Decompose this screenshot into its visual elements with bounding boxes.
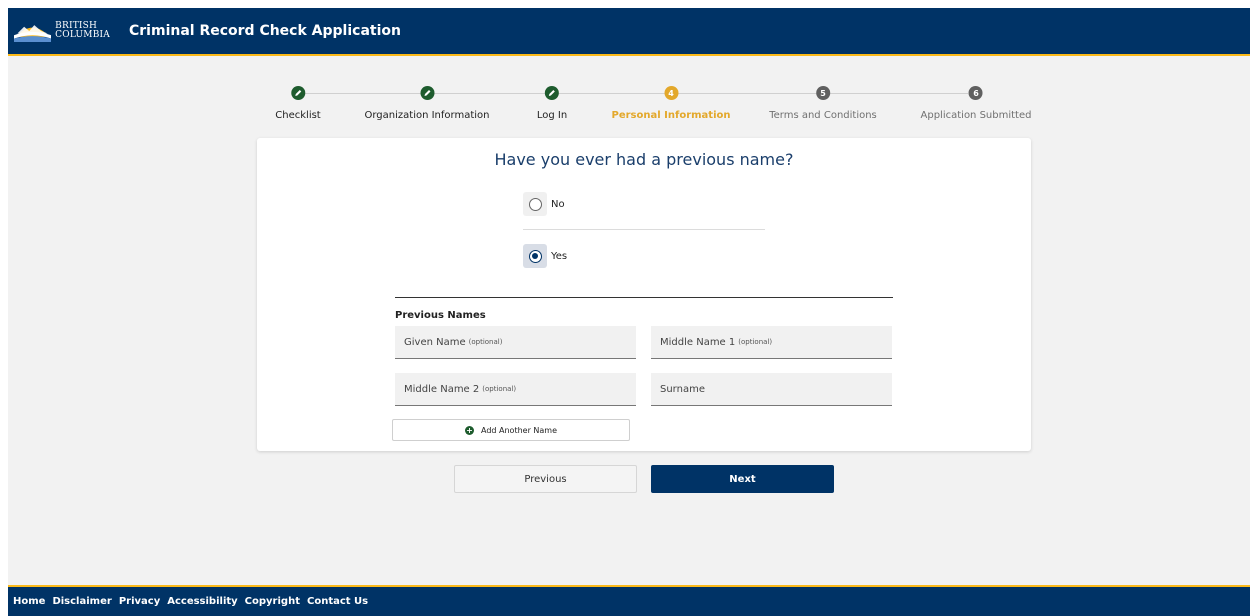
radio-wrap xyxy=(523,192,547,216)
step-terms-and-conditions[interactable]: 5 Terms and Conditions xyxy=(769,86,877,121)
footer-link-accessibility[interactable]: Accessibility xyxy=(167,596,237,607)
radio-label-yes: Yes xyxy=(551,250,568,262)
step-label: Application Submitted xyxy=(920,110,1032,121)
plus-circle-icon: + xyxy=(464,425,474,435)
sun-logo-icon xyxy=(14,25,52,42)
check-pencil-icon xyxy=(290,86,305,100)
header-bar: BRITISH COLUMBIA Criminal Record Check A… xyxy=(8,8,1250,56)
step-number-badge: 5 xyxy=(816,86,830,100)
add-button-label: Add Another Name xyxy=(480,425,558,435)
step-label: Log In xyxy=(536,110,568,121)
add-another-name-button[interactable]: + Add Another Name xyxy=(392,419,630,441)
surname-field[interactable]: Surname xyxy=(651,373,892,406)
previous-names-label: Previous Names xyxy=(395,310,486,321)
field-label: Surname xyxy=(660,383,705,395)
step-application-submitted[interactable]: 6 Application Submitted xyxy=(920,86,1032,121)
field-label: Middle Name 2 xyxy=(404,383,480,395)
footer-bar: Home Disclaimer Privacy Accessibility Co… xyxy=(8,585,1250,616)
field-hint: (optional) xyxy=(482,385,517,393)
logo-wordmark: BRITISH COLUMBIA xyxy=(55,22,110,40)
step-label: Personal Information xyxy=(611,110,731,121)
field-hint: (optional) xyxy=(738,338,773,346)
previous-name-card: Have you ever had a previous name? No Ye… xyxy=(257,138,1031,451)
field-label: Given Name xyxy=(404,336,466,348)
footer-link-home[interactable]: Home xyxy=(13,596,45,607)
option-divider xyxy=(523,229,765,230)
radio-wrap xyxy=(523,244,547,268)
step-log-in[interactable]: Log In xyxy=(537,86,567,121)
step-label: Organization Information xyxy=(364,110,490,121)
radio-label-no: No xyxy=(551,198,565,210)
middle-name-1-field[interactable]: Middle Name 1 (optional) xyxy=(651,326,892,359)
radio-no[interactable] xyxy=(528,197,542,211)
step-label: Checklist xyxy=(275,110,321,121)
logo-line-2: COLUMBIA xyxy=(55,30,110,40)
given-name-field[interactable]: Given Name (optional) xyxy=(395,326,636,359)
step-organization-information[interactable]: Organization Information xyxy=(365,86,490,121)
check-pencil-icon xyxy=(420,86,434,100)
step-number-badge: 6 xyxy=(968,86,983,100)
option-no[interactable]: No xyxy=(523,192,565,216)
bc-logo[interactable]: BRITISH COLUMBIA xyxy=(14,16,110,46)
radio-yes[interactable] xyxy=(528,249,542,263)
footer-link-privacy[interactable]: Privacy xyxy=(119,596,160,607)
step-checklist[interactable]: Checklist xyxy=(275,86,321,121)
field-label: Middle Name 1 xyxy=(660,336,736,348)
progress-stepper: Checklist Organization Information Log I… xyxy=(257,86,1031,126)
step-personal-information[interactable]: 4 Personal Information xyxy=(612,86,731,121)
section-divider xyxy=(395,297,893,298)
field-hint: (optional) xyxy=(468,338,503,346)
middle-name-2-field[interactable]: Middle Name 2 (optional) xyxy=(395,373,636,406)
check-pencil-icon xyxy=(544,86,559,100)
previous-button[interactable]: Previous xyxy=(454,465,637,493)
option-yes[interactable]: Yes xyxy=(523,244,567,268)
question-heading: Have you ever had a previous name? xyxy=(494,150,794,169)
app-frame: BRITISH COLUMBIA Criminal Record Check A… xyxy=(8,8,1250,616)
app-title: Criminal Record Check Application xyxy=(129,23,401,39)
step-number-badge: 4 xyxy=(664,86,678,100)
footer-link-disclaimer[interactable]: Disclaimer xyxy=(52,596,111,607)
step-label: Terms and Conditions xyxy=(769,110,877,121)
footer-link-contact-us[interactable]: Contact Us xyxy=(307,596,368,607)
footer-link-copyright[interactable]: Copyright xyxy=(245,596,300,607)
next-button[interactable]: Next xyxy=(651,465,834,493)
